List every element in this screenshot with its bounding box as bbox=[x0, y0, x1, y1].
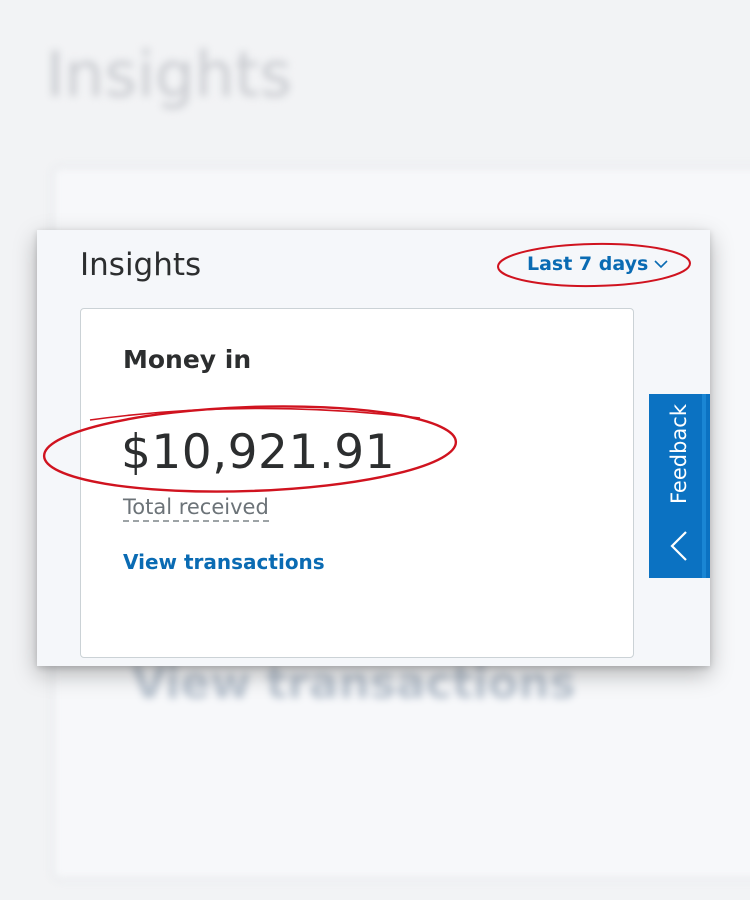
date-range-label: Last 7 days bbox=[527, 253, 649, 275]
date-range-dropdown[interactable]: Last 7 days bbox=[527, 253, 668, 275]
money-in-amount: $10,921.91 bbox=[121, 425, 396, 480]
money-in-card: Money in $10,921.91 Total received View … bbox=[80, 308, 634, 658]
feedback-tab-edge bbox=[702, 394, 706, 578]
insights-panel: Insights Last 7 days Money in $10,921.91… bbox=[37, 230, 710, 666]
feedback-label: Feedback bbox=[667, 403, 691, 505]
money-in-heading: Money in bbox=[123, 345, 252, 374]
chevron-down-icon bbox=[654, 259, 668, 269]
background-page-title: Insights bbox=[46, 38, 293, 111]
total-received-label[interactable]: Total received bbox=[123, 495, 269, 522]
insights-title: Insights bbox=[80, 247, 202, 283]
chevron-left-icon bbox=[669, 530, 689, 567]
view-transactions-link[interactable]: View transactions bbox=[123, 550, 325, 574]
feedback-tab[interactable]: Feedback bbox=[649, 394, 710, 578]
